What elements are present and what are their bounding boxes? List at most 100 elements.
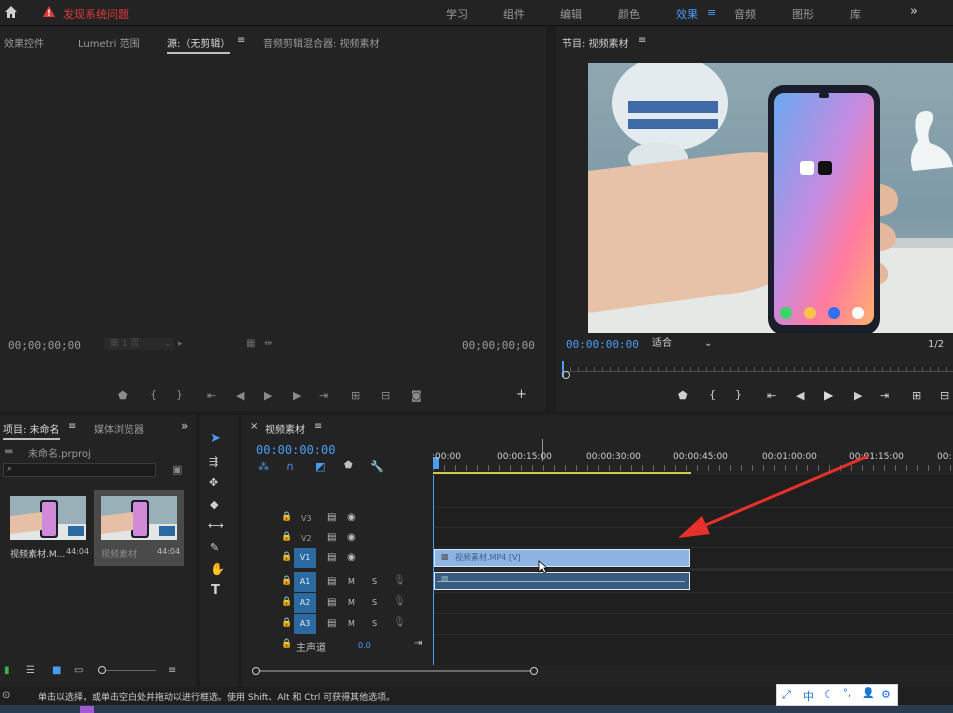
audio-clip[interactable]: ▩ [434, 572, 690, 590]
lock-icon[interactable]: ▮ [4, 665, 10, 676]
marker-icon[interactable]: ⬟ [678, 390, 688, 401]
sync-lock-icon[interactable]: ▤ [327, 552, 336, 563]
eye-icon[interactable]: ◉ [347, 532, 356, 543]
lock-icon[interactable]: 🔒 [281, 639, 292, 649]
sync-lock-icon[interactable]: ▤ [327, 512, 336, 523]
tab-project[interactable]: 项目: 未命名 [3, 421, 60, 440]
mute-button[interactable]: M [348, 619, 355, 628]
zoom-slider-handle[interactable] [98, 666, 106, 674]
page-select[interactable]: 第 1 页 ⌄ [104, 338, 174, 350]
freeform-view-icon[interactable]: ▭ [74, 665, 83, 676]
program-menu-icon[interactable]: ≡ [638, 35, 646, 46]
go-to-in-icon[interactable]: ⇤ [767, 390, 776, 401]
home-icon[interactable] [4, 5, 18, 19]
step-forward-icon[interactable]: ▶ [854, 390, 862, 401]
step-back-icon[interactable]: ◀ [236, 390, 244, 401]
workspace-tab-effects[interactable]: 效果 [676, 6, 698, 22]
tab-effect-controls[interactable]: 效果控件 [4, 35, 44, 50]
mark-out-icon[interactable]: } [176, 389, 183, 400]
ime-settings-icon[interactable]: ⚙ [881, 688, 891, 701]
source-patch-a2[interactable]: A2 [294, 593, 316, 613]
track-v1[interactable]: 🔒 V1 ▤ ◉ [242, 548, 427, 568]
program-timecode[interactable]: 00:00:00:00 [566, 338, 639, 351]
sync-lock-icon[interactable]: ▤ [327, 618, 336, 629]
hand-tool-icon[interactable]: ✋ [210, 562, 225, 576]
mute-button[interactable]: M [348, 577, 355, 586]
timeline-timecode[interactable]: 00:00:00:00 [256, 443, 335, 457]
tab-source[interactable]: 源:（无剪辑） [167, 35, 231, 54]
new-bin-icon[interactable]: ▣ [172, 463, 182, 476]
track-a2[interactable]: 🔒 A2 ▤ M S 🎙 [242, 593, 427, 613]
timeline-scrollbar[interactable] [252, 667, 942, 675]
video-clip[interactable]: ▩ 视频素材.MP4 [V] [434, 549, 690, 567]
ime-punctuation-icon[interactable]: °, [843, 688, 851, 699]
drag-video-icon[interactable]: ⇹ [264, 338, 272, 349]
insert-icon[interactable]: ⊞ [351, 390, 360, 401]
add-button-icon[interactable]: + [516, 388, 527, 401]
program-title[interactable]: 节目: 视频素材 [562, 35, 629, 50]
slip-tool-icon[interactable]: ⟷ [208, 519, 224, 532]
mute-button[interactable]: M [348, 598, 355, 607]
lock-icon[interactable]: 🔒 [281, 552, 292, 562]
sync-lock-icon[interactable]: ▤ [327, 532, 336, 543]
solo-button[interactable]: S [372, 619, 377, 628]
go-to-out-icon[interactable]: ⇥ [880, 390, 889, 401]
track-a3[interactable]: 🔒 A3 ▤ M S 🎙 [242, 614, 427, 634]
timeline-menu-icon[interactable]: ≡ [314, 421, 322, 432]
ime-expand-icon[interactable]: ⤢ [782, 688, 791, 702]
project-search-input[interactable]: ⌕ [3, 463, 156, 477]
sync-lock-icon[interactable]: ▤ [327, 576, 336, 587]
overwrite-icon[interactable]: ⊟ [381, 390, 390, 401]
master-volume-value[interactable]: 0.0 [358, 641, 371, 650]
go-to-out-icon[interactable]: ⇥ [319, 390, 328, 401]
program-video-frame[interactable] [588, 63, 953, 333]
source-patch-a3[interactable]: A3 [294, 614, 316, 634]
scroll-handle-right[interactable] [530, 667, 538, 675]
scroll-handle-left[interactable] [252, 667, 260, 675]
marker-icon[interactable]: ⬟ [118, 390, 128, 401]
close-icon[interactable]: × [250, 421, 258, 432]
step-back-icon[interactable]: ◀ [796, 390, 804, 401]
type-tool-icon[interactable]: T [211, 583, 220, 598]
solo-button[interactable]: S [372, 598, 377, 607]
linked-selection-icon[interactable]: ◩ [315, 460, 325, 473]
tab-audio-clip-mixer[interactable]: 音频剪辑混合器: 视频素材 [263, 35, 380, 50]
track-v2[interactable]: 🔒 V2 ▤ ◉ [242, 528, 427, 548]
add-marker-icon[interactable]: ⬟ [344, 460, 353, 471]
search-field[interactable] [18, 464, 154, 476]
mic-icon[interactable]: 🎙 [393, 575, 406, 586]
safe-margin-icon[interactable]: ▦ [246, 338, 255, 349]
mark-in-icon[interactable]: { [709, 389, 716, 400]
tab-media-browser[interactable]: 媒体浏览器 [94, 421, 144, 436]
lock-icon[interactable]: 🔒 [281, 576, 292, 586]
go-to-end-icon[interactable]: ⇥ [414, 638, 422, 649]
icon-view-icon[interactable]: ■ [52, 665, 61, 676]
project-menu-icon[interactable]: ≡ [68, 421, 76, 432]
track-select-tool-icon[interactable]: ⇶ [209, 455, 218, 468]
ime-user-icon[interactable]: 👤 [862, 688, 874, 699]
source-patch-v1[interactable]: V1 [294, 548, 316, 568]
workspace-tab-libraries[interactable]: 库 [850, 6, 861, 22]
camera-icon[interactable]: ◙ [411, 390, 422, 401]
fit-select[interactable]: 适合 ⌄ [652, 337, 718, 351]
timeline-tab-title[interactable]: 视频素材 [265, 421, 305, 436]
project-overflow-icon[interactable]: » [181, 419, 188, 433]
lock-icon[interactable]: 🔒 [281, 597, 292, 607]
workspace-tab-assembly[interactable]: 组件 [503, 6, 525, 22]
scrub-start-circle[interactable] [562, 371, 570, 379]
source-patch-a1[interactable]: A1 [294, 572, 316, 592]
selection-tool-icon[interactable]: ➤ [210, 431, 221, 446]
source-menu-icon[interactable]: ≡ [237, 35, 245, 46]
lift-icon[interactable]: ⊞ [912, 390, 921, 401]
mark-in-icon[interactable]: { [150, 389, 157, 400]
ripple-edit-tool-icon[interactable]: ✥ [209, 476, 218, 489]
workspace-overflow-icon[interactable]: » [910, 4, 918, 19]
lock-icon[interactable]: 🔒 [281, 512, 292, 522]
zoom-slider[interactable] [98, 666, 156, 674]
solo-button[interactable]: S [372, 577, 377, 586]
workspace-tab-graphics[interactable]: 图形 [792, 6, 814, 22]
track-v3[interactable]: 🔒 V3 ▤ ◉ [242, 508, 427, 528]
play-icon[interactable]: ▶ [824, 389, 833, 401]
tab-lumetri-scopes[interactable]: Lumetri 范围 [78, 35, 140, 50]
lock-icon[interactable]: 🔒 [281, 532, 292, 542]
